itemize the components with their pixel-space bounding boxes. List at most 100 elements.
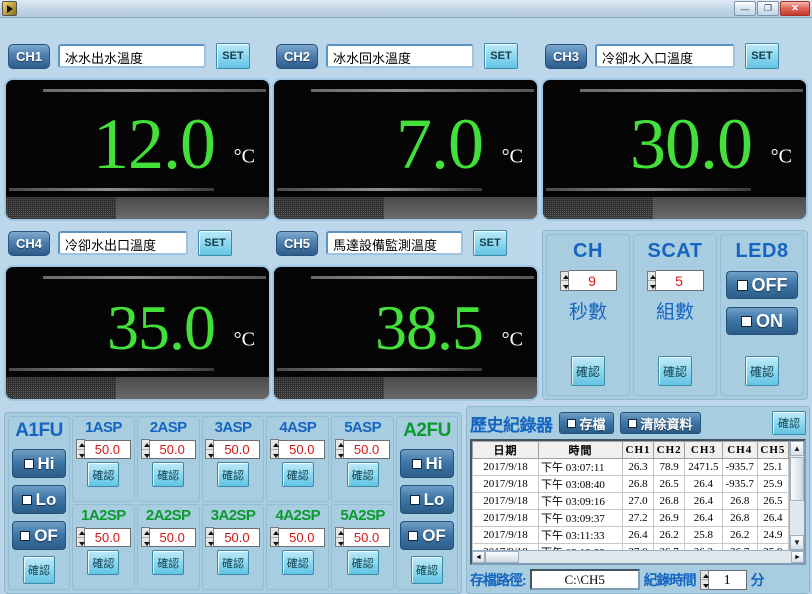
table-row[interactable]: 2017/9/18 下午 03:08:40 26.8 26.5 26.4 -93… bbox=[472, 475, 804, 493]
table-row[interactable]: 2017/9/18 下午 03:07:11 26.3 78.9 2471.5 -… bbox=[472, 458, 804, 476]
spinner-icon[interactable] bbox=[270, 439, 280, 459]
setpoint-confirm-button[interactable]: 確認 bbox=[216, 550, 249, 575]
channel-name-input-ch4[interactable]: 冷卻水出口溫度 bbox=[58, 231, 188, 255]
grid-horizontal-scrollbar[interactable]: ◄ ► bbox=[472, 550, 804, 563]
setpoint-confirm-button[interactable]: 確認 bbox=[281, 462, 314, 487]
column-header-ch5[interactable]: CH5 bbox=[756, 441, 790, 459]
setpoint-value[interactable]: 50.0 bbox=[344, 527, 391, 547]
scroll-thumb[interactable] bbox=[790, 457, 804, 501]
scroll-track-horizontal[interactable] bbox=[519, 551, 791, 563]
led8-confirm-button[interactable]: 確認 bbox=[745, 356, 779, 386]
spinner-icon[interactable] bbox=[205, 527, 215, 547]
setpoint-confirm-button[interactable]: 確認 bbox=[87, 462, 120, 487]
spinner-icon[interactable] bbox=[75, 439, 85, 459]
spinner-icon[interactable] bbox=[140, 439, 150, 459]
channel-name-input-ch1[interactable]: 冰水出水溫度 bbox=[58, 44, 206, 68]
lcd-glare-bottom bbox=[276, 368, 482, 371]
checkbox-icon bbox=[21, 494, 32, 505]
setpoint-confirm-button[interactable]: 確認 bbox=[281, 550, 314, 575]
scat-count-value[interactable]: 5 bbox=[655, 270, 704, 291]
spinner-icon[interactable] bbox=[205, 439, 215, 459]
history-clear-toggle[interactable]: 清除資料 bbox=[619, 412, 701, 434]
setpoint-stepper[interactable]: 50.0 bbox=[205, 439, 261, 459]
setpoint-stepper[interactable]: 50.0 bbox=[75, 527, 131, 547]
setpoint-stepper[interactable]: 50.0 bbox=[270, 527, 326, 547]
alarm-setpoint-panel: A1FU Hi Lo OF 確認 1ASP 50.0 確認 2ASP 50.0 … bbox=[4, 412, 462, 594]
scat-count-stepper[interactable]: 5 bbox=[646, 270, 704, 291]
setpoint-confirm-button[interactable]: 確認 bbox=[152, 462, 185, 487]
a2fu-lo-button[interactable]: Lo bbox=[400, 485, 454, 514]
set-button-ch1[interactable]: SET bbox=[216, 43, 250, 69]
setpoint-stepper[interactable]: 50.0 bbox=[205, 527, 261, 547]
a1fu-of-button[interactable]: OF bbox=[12, 521, 66, 550]
set-button-ch3[interactable]: SET bbox=[745, 43, 779, 69]
column-header-date[interactable]: 日期 bbox=[472, 441, 539, 459]
maximize-button[interactable]: ❐ bbox=[757, 1, 779, 16]
column-header-time[interactable]: 時間 bbox=[538, 441, 623, 459]
setpoint-stepper[interactable]: 50.0 bbox=[140, 527, 196, 547]
channel-name-input-ch3[interactable]: 冷卻水入口溫度 bbox=[595, 44, 735, 68]
a1fu-hi-button[interactable]: Hi bbox=[12, 449, 66, 478]
ch-confirm-button[interactable]: 確認 bbox=[571, 356, 605, 386]
history-save-toggle[interactable]: 存檔 bbox=[558, 412, 614, 434]
setpoint-stepper[interactable]: 50.0 bbox=[335, 527, 391, 547]
a1fu-lo-button[interactable]: Lo bbox=[12, 485, 66, 514]
setpoint-stepper[interactable]: 50.0 bbox=[140, 439, 196, 459]
setpoint-stepper[interactable]: 50.0 bbox=[75, 439, 131, 459]
channel-header-ch1: CH1 冰水出水溫度 SET bbox=[8, 43, 250, 69]
a2fu-hi-button[interactable]: Hi bbox=[400, 449, 454, 478]
history-data-grid[interactable]: 日期 時間 CH1 CH2 CH3 CH4 CH5 2017/9/18 下午 0… bbox=[470, 439, 806, 565]
setpoint-value[interactable]: 50.0 bbox=[214, 439, 261, 459]
setpoint-confirm-button[interactable]: 確認 bbox=[346, 550, 379, 575]
column-header-ch3[interactable]: CH3 bbox=[684, 441, 723, 459]
column-header-ch1[interactable]: CH1 bbox=[621, 441, 655, 459]
setpoint-confirm-button[interactable]: 確認 bbox=[152, 550, 185, 575]
scroll-up-arrow-icon[interactable]: ▲ bbox=[790, 441, 804, 456]
setpoint-value[interactable]: 50.0 bbox=[279, 527, 326, 547]
table-row[interactable]: 2017/9/18 下午 03:09:16 27.0 26.8 26.4 26.… bbox=[472, 492, 804, 510]
ch-seconds-spinner-icon[interactable] bbox=[559, 270, 569, 291]
setpoint-stepper[interactable]: 50.0 bbox=[335, 439, 391, 459]
spinner-icon[interactable] bbox=[75, 527, 85, 547]
table-row[interactable]: 2017/9/18 下午 03:09:37 27.2 26.9 26.4 26.… bbox=[472, 509, 804, 527]
a2fu-of-button[interactable]: OF bbox=[400, 521, 454, 550]
column-header-ch4[interactable]: CH4 bbox=[721, 441, 758, 459]
close-button[interactable]: ✕ bbox=[780, 1, 810, 16]
table-row[interactable]: 2017/9/18 下午 03:11:33 26.4 26.2 25.8 26.… bbox=[472, 526, 804, 544]
scroll-track[interactable] bbox=[790, 502, 804, 535]
channel-name-input-ch5[interactable]: 馬達設備監測溫度 bbox=[326, 231, 463, 255]
setpoint-value[interactable]: 50.0 bbox=[149, 527, 196, 547]
setpoint-value[interactable]: 50.0 bbox=[84, 527, 131, 547]
setpoint-stepper[interactable]: 50.0 bbox=[270, 439, 326, 459]
setpoint-value[interactable]: 50.0 bbox=[279, 439, 326, 459]
set-button-ch5[interactable]: SET bbox=[473, 230, 507, 256]
setpoint-confirm-button[interactable]: 確認 bbox=[346, 462, 379, 487]
spinner-icon[interactable] bbox=[335, 527, 345, 547]
setpoint-confirm-button[interactable]: 確認 bbox=[87, 550, 120, 575]
set-button-ch4[interactable]: SET bbox=[198, 230, 232, 256]
led8-off-button[interactable]: OFF bbox=[726, 271, 798, 299]
grid-vertical-scrollbar[interactable]: ▲ ▼ bbox=[789, 441, 804, 550]
setpoint-value[interactable]: 50.0 bbox=[84, 439, 131, 459]
scroll-left-arrow-icon[interactable]: ◄ bbox=[472, 551, 485, 563]
spinner-icon[interactable] bbox=[335, 439, 345, 459]
scat-confirm-button[interactable]: 確認 bbox=[658, 356, 692, 386]
setpoint-value[interactable]: 50.0 bbox=[214, 527, 261, 547]
spinner-icon[interactable] bbox=[270, 527, 280, 547]
channel-name-input-ch2[interactable]: 冰水回水溫度 bbox=[326, 44, 474, 68]
scroll-down-arrow-icon[interactable]: ▼ bbox=[790, 535, 804, 550]
minimize-button[interactable]: — bbox=[734, 1, 756, 16]
setpoint-value[interactable]: 50.0 bbox=[344, 439, 391, 459]
led8-on-button[interactable]: ON bbox=[726, 307, 798, 335]
history-confirm-button[interactable]: 確認 bbox=[772, 411, 806, 435]
scat-count-spinner-icon[interactable] bbox=[646, 270, 656, 291]
ch-seconds-value[interactable]: 9 bbox=[568, 270, 617, 291]
set-button-ch2[interactable]: SET bbox=[484, 43, 518, 69]
ch-seconds-stepper[interactable]: 9 bbox=[559, 270, 617, 291]
spinner-icon[interactable] bbox=[140, 527, 150, 547]
setpoint-value[interactable]: 50.0 bbox=[149, 439, 196, 459]
scroll-thumb-horizontal[interactable] bbox=[485, 551, 519, 563]
column-header-ch2[interactable]: CH2 bbox=[653, 441, 686, 459]
scroll-right-arrow-icon[interactable]: ► bbox=[791, 551, 804, 563]
setpoint-confirm-button[interactable]: 確認 bbox=[216, 462, 249, 487]
